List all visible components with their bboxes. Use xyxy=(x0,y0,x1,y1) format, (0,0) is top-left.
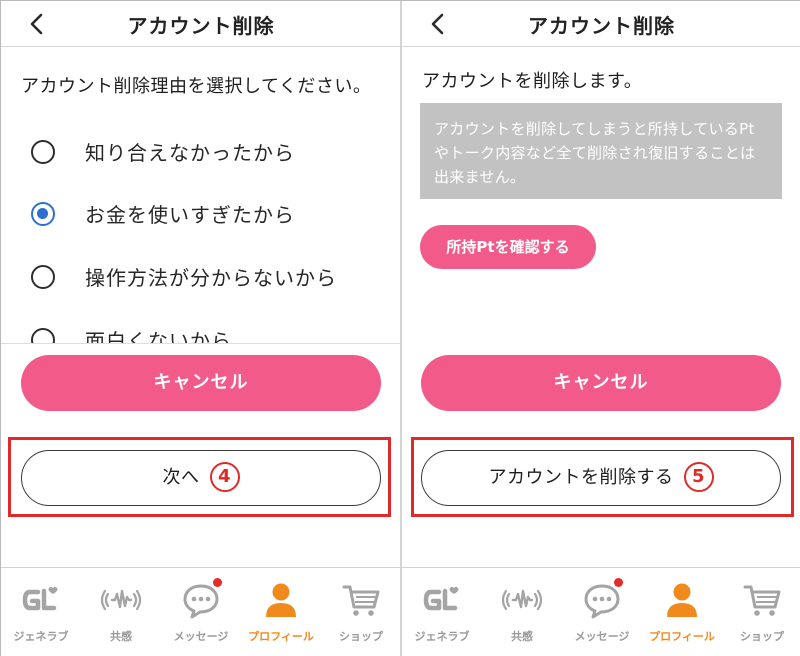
reason-label: 操作方法が分からないから xyxy=(85,266,337,290)
soundwave-icon xyxy=(502,589,542,611)
notification-dot xyxy=(213,578,222,587)
warning-notice-text: アカウントを削除してしまうと所持しているPtやトーク内容など全て削除され復旧する… xyxy=(434,120,756,186)
bottom-tab-bar: ジェネラブ 共感 メッセージ プロフィール ショップ xyxy=(402,567,800,656)
header: アカウント削除 xyxy=(1,1,401,47)
list-divider xyxy=(1,343,401,344)
reason-label: 知り合えなかったから xyxy=(85,141,295,165)
tab-label: 共感 xyxy=(511,630,533,643)
tab-message[interactable]: メッセージ xyxy=(161,568,241,656)
screenshot-frame: アカウント削除 アカウント削除理由を選択してください。 知り合えなかったから お… xyxy=(0,0,800,656)
reason-selection-screen: アカウント削除 アカウント削除理由を選択してください。 知り合えなかったから お… xyxy=(1,1,401,656)
tab-empathy[interactable]: 共感 xyxy=(482,568,562,656)
reason-option[interactable]: お金を使いすぎたから xyxy=(1,191,401,241)
notification-dot xyxy=(614,578,623,587)
tab-label: ジェネラブ xyxy=(13,630,69,643)
tab-profile[interactable]: プロフィール xyxy=(241,568,321,656)
step-number-badge: 4 xyxy=(209,461,240,492)
reason-option[interactable]: 知り合えなかったから xyxy=(1,129,401,179)
next-button[interactable]: 次へ 4 xyxy=(21,450,381,506)
check-points-button[interactable]: 所持Ptを確認する xyxy=(420,225,596,269)
gl-logo-icon xyxy=(22,586,58,611)
reason-option[interactable]: 面白くないから xyxy=(1,317,401,343)
tab-empathy[interactable]: 共感 xyxy=(81,568,161,656)
page-title: アカウント削除 xyxy=(528,14,675,38)
notice-heading: アカウントを削除します。 xyxy=(422,71,643,92)
tab-label: プロフィール xyxy=(248,630,314,643)
radio-button[interactable] xyxy=(31,265,55,289)
tab-label: メッセージ xyxy=(173,630,229,643)
cancel-button[interactable]: キャンセル xyxy=(421,355,781,411)
tab-label: ショップ xyxy=(339,630,383,643)
bottom-tab-bar: ジェネラブ 共感 メッセージ プロフィール ショップ xyxy=(1,567,401,656)
tab-label: ジェネラブ xyxy=(414,630,470,643)
step-number-badge: 5 xyxy=(683,461,714,492)
tab-shop[interactable]: ショップ xyxy=(722,568,800,656)
reason-prompt: アカウント削除理由を選択してください。 xyxy=(21,76,372,97)
tab-shop[interactable]: ショップ xyxy=(321,568,401,656)
tab-label: 共感 xyxy=(110,630,132,643)
delete-account-button-label: アカウントを削除する xyxy=(488,467,674,488)
person-icon xyxy=(667,583,697,617)
tab-generab[interactable]: ジェネラブ xyxy=(402,568,482,656)
tab-generab[interactable]: ジェネラブ xyxy=(1,568,81,656)
cart-icon xyxy=(743,585,781,616)
warning-notice-box: アカウントを削除してしまうと所持しているPtやトーク内容など全て削除され復旧する… xyxy=(420,103,782,199)
cart-icon xyxy=(342,585,380,616)
reason-option[interactable]: 操作方法が分からないから xyxy=(1,254,401,304)
delete-confirm-screen: アカウント削除 アカウントを削除します。 アカウントを削除してしまうと所持してい… xyxy=(402,1,800,656)
tab-label: メッセージ xyxy=(574,630,630,643)
tab-label: プロフィール xyxy=(649,630,715,643)
person-icon xyxy=(266,583,296,617)
page-title: アカウント削除 xyxy=(127,14,275,38)
tab-message[interactable]: メッセージ xyxy=(562,568,642,656)
delete-account-button[interactable]: アカウントを削除する 5 xyxy=(421,450,781,506)
reason-list: 知り合えなかったから お金を使いすぎたから 操作方法が分からないから 面白くない… xyxy=(1,121,401,343)
next-button-label: 次へ xyxy=(162,467,200,488)
cancel-button[interactable]: キャンセル xyxy=(21,355,381,411)
gl-logo-icon xyxy=(423,586,459,611)
soundwave-icon xyxy=(101,589,141,611)
tab-label: ショップ xyxy=(740,630,784,643)
header: アカウント削除 xyxy=(402,1,800,47)
radio-button-selected[interactable] xyxy=(31,202,55,226)
radio-button[interactable] xyxy=(31,140,55,164)
reason-label: 面白くないから xyxy=(85,329,232,343)
radio-button[interactable] xyxy=(31,328,55,343)
reason-label: お金を使いすぎたから xyxy=(85,203,295,227)
tab-profile[interactable]: プロフィール xyxy=(642,568,722,656)
